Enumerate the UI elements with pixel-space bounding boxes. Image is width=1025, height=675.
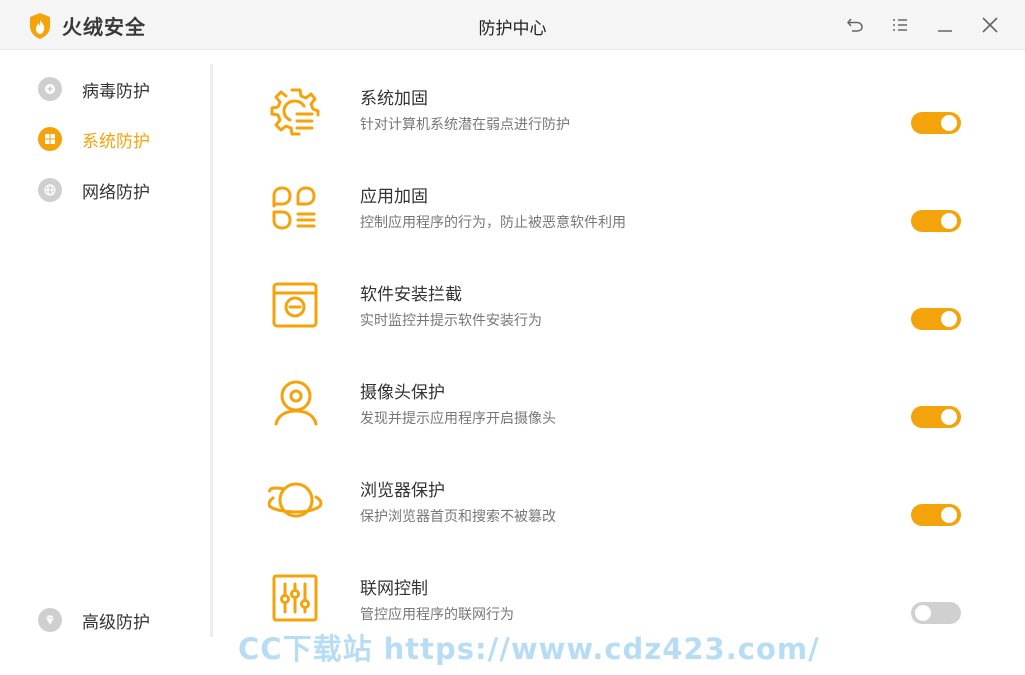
feature-description: 实时监控并提示软件安装行为 <box>360 313 542 329</box>
feature-row-app-hardening: 应用加固 控制应用程序的行为，防止被恶意软件利用 <box>213 182 1025 280</box>
sidebar-item-network-protection[interactable]: 网络防护 <box>38 175 150 205</box>
close-button[interactable] <box>977 12 1003 38</box>
sidebar-item-label: 高级防护 <box>82 612 150 633</box>
feature-row-webcam-protection: 摄像头保护 发现并提示应用程序开启摄像头 <box>213 378 1025 476</box>
sidebar-item-label: 网络防护 <box>82 182 150 203</box>
sidebar-item-virus-protection[interactable]: 病毒防护 <box>38 74 150 104</box>
feature-row-system-hardening: 系统加固 针对计算机系统潜在弱点进行防护 <box>213 84 1025 182</box>
globe-icon <box>38 178 62 202</box>
webcam-protection-toggle[interactable] <box>911 406 961 428</box>
close-icon <box>982 17 998 33</box>
title-bar: 火绒安全 防护中心 <box>0 0 1025 50</box>
sliders-icon <box>268 574 324 630</box>
menu-icon <box>893 19 907 31</box>
network-control-toggle[interactable] <box>911 602 961 624</box>
back-button[interactable] <box>842 12 868 38</box>
menu-button[interactable] <box>887 12 913 38</box>
feature-description: 保护浏览器首页和搜索不被篡改 <box>360 509 556 525</box>
feature-description: 针对计算机系统潜在弱点进行防护 <box>360 117 570 133</box>
gear-icon <box>268 84 324 140</box>
toggle-knob <box>941 115 957 131</box>
feature-title: 软件安装拦截 <box>360 285 462 305</box>
sidebar-item-label: 系统防护 <box>82 131 150 152</box>
sidebar-item-label: 病毒防护 <box>82 81 150 102</box>
feature-row-browser-protection: 浏览器保护 保护浏览器首页和搜索不被篡改 <box>213 476 1025 574</box>
sidebar-item-advanced-protection[interactable]: 高级防护 <box>38 605 150 635</box>
feature-title: 摄像头保护 <box>360 383 445 403</box>
system-hardening-toggle[interactable] <box>911 112 961 134</box>
feature-title: 浏览器保护 <box>360 481 445 501</box>
feature-description: 管控应用程序的联网行为 <box>360 607 514 623</box>
minimize-button[interactable] <box>932 12 958 38</box>
diamond-icon <box>38 608 62 632</box>
window-title: 防护中心 <box>478 19 547 39</box>
back-icon <box>847 18 863 32</box>
toggle-knob <box>915 605 931 621</box>
minimize-icon <box>938 30 952 32</box>
feature-title: 联网控制 <box>360 579 428 599</box>
plus-shield-icon <box>38 77 62 101</box>
windows-icon <box>38 127 62 151</box>
apps-icon <box>268 182 324 238</box>
watermark: CC下载站 https://www.cdz423.com/ <box>238 632 820 666</box>
app-hardening-toggle[interactable] <box>911 210 961 232</box>
toggle-knob <box>941 507 957 523</box>
webcam-icon <box>268 378 324 434</box>
browser-protection-toggle[interactable] <box>911 504 961 526</box>
feature-description: 控制应用程序的行为，防止被恶意软件利用 <box>360 215 626 231</box>
sidebar-item-system-protection[interactable]: 系统防护 <box>38 124 150 154</box>
feature-row-install-blocking: 软件安装拦截 实时监控并提示软件安装行为 <box>213 280 1025 378</box>
install-box-icon <box>268 280 324 336</box>
planet-icon <box>267 476 324 532</box>
feature-title: 系统加固 <box>360 89 428 109</box>
toggle-knob <box>941 213 957 229</box>
feature-description: 发现并提示应用程序开启摄像头 <box>360 411 556 427</box>
toggle-knob <box>941 409 957 425</box>
install-blocking-toggle[interactable] <box>911 308 961 330</box>
toggle-knob <box>941 311 957 327</box>
feature-title: 应用加固 <box>360 187 428 207</box>
